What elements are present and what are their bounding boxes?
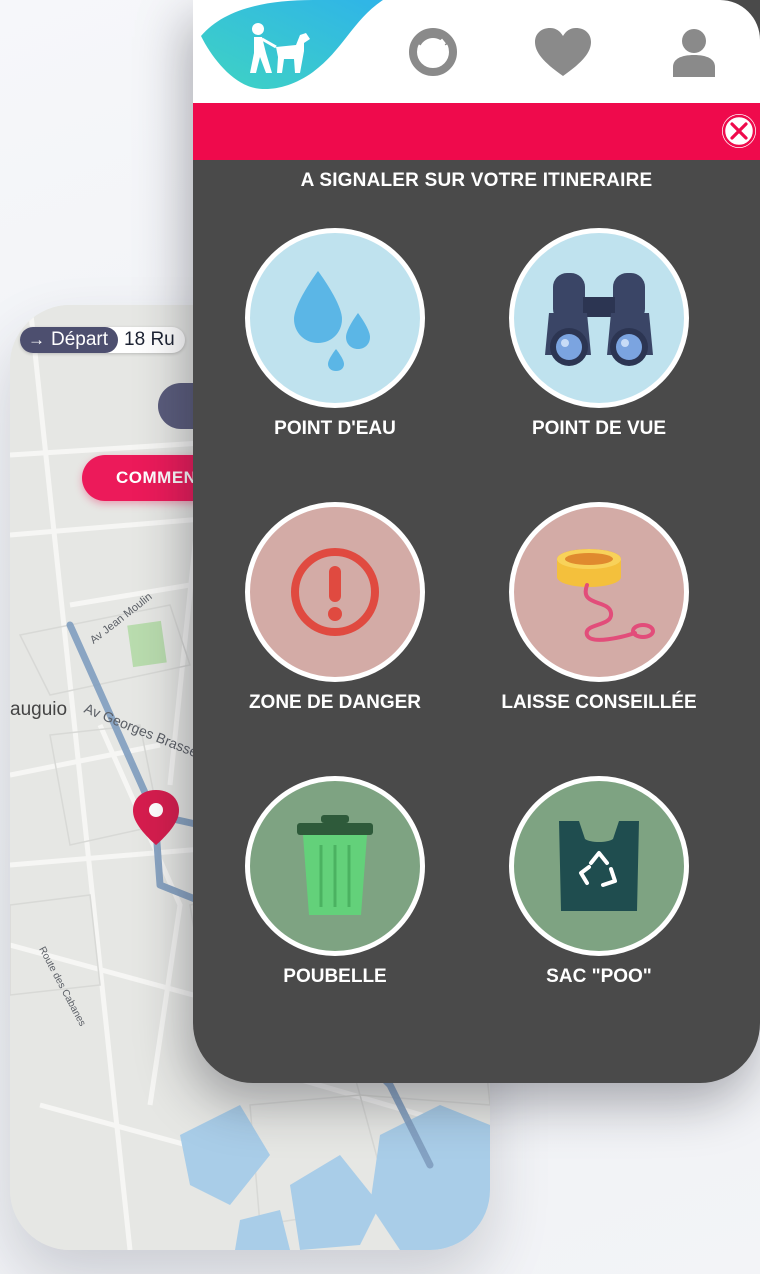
report-label: LAISSE CONSEILLÉE bbox=[501, 692, 697, 713]
leash-icon bbox=[557, 549, 655, 642]
report-label: POINT D'EAU bbox=[274, 418, 396, 439]
close-button[interactable] bbox=[722, 114, 756, 148]
tab-profile[interactable] bbox=[628, 0, 760, 103]
tab-favorites[interactable] bbox=[498, 0, 628, 103]
dog-walk-icon bbox=[249, 22, 310, 73]
depart-label: Départ bbox=[51, 329, 109, 350]
start-walk-label: COMMEN bbox=[116, 468, 197, 487]
close-icon bbox=[722, 114, 756, 148]
report-danger-circle[interactable] bbox=[245, 502, 425, 682]
poo-bag-icon bbox=[559, 821, 639, 911]
report-label: POUBELLE bbox=[283, 966, 387, 987]
report-label: SAC "POO" bbox=[546, 966, 652, 987]
user-icon bbox=[673, 28, 715, 77]
report-poo-bag[interactable]: SAC "POO" bbox=[469, 776, 729, 988]
report-label: ZONE DE DANGER bbox=[248, 692, 422, 713]
report-leash-advised[interactable]: LAISSE CONSEILLÉE bbox=[469, 502, 729, 714]
report-trash-bin[interactable]: POUBELLE bbox=[205, 776, 465, 988]
report-trash-circle[interactable] bbox=[245, 776, 425, 956]
heart-icon bbox=[535, 27, 591, 76]
trash-can-icon bbox=[297, 815, 373, 915]
report-viewpoint[interactable]: POINT DE VUE bbox=[469, 228, 729, 440]
report-water-point[interactable]: POINT D'EAU bbox=[205, 228, 465, 440]
report-leash-circle[interactable] bbox=[509, 502, 689, 682]
panel-header-strip bbox=[193, 103, 760, 160]
report-danger-zone[interactable]: ZONE DE DANGER bbox=[205, 502, 465, 714]
arrow-right-icon: → bbox=[28, 330, 45, 349]
tab-stats[interactable] bbox=[368, 0, 498, 103]
bottom-tab-bar bbox=[193, 0, 760, 103]
report-panel: A SIGNALER SUR VOTRE ITINERAIRE POINT D'… bbox=[193, 0, 760, 1083]
report-poo-bag-circle[interactable] bbox=[509, 776, 689, 956]
report-title: A SIGNALER SUR VOTRE ITINERAIRE bbox=[300, 170, 653, 191]
stats-ring-icon bbox=[409, 27, 457, 76]
binoculars-icon bbox=[545, 273, 653, 366]
water-drop-icon bbox=[294, 271, 370, 371]
report-water-circle[interactable] bbox=[245, 228, 425, 408]
tab-walk[interactable] bbox=[193, 0, 368, 103]
origin-address: 18 Ru bbox=[124, 329, 175, 350]
depart-badge: → Départ bbox=[20, 327, 119, 353]
report-viewpoint-circle[interactable] bbox=[509, 228, 689, 408]
route-origin-bar[interactable]: → Départ 18 Ru bbox=[20, 327, 185, 353]
report-label: POINT DE VUE bbox=[531, 418, 667, 439]
city-label: auguio bbox=[10, 699, 68, 720]
danger-icon bbox=[291, 548, 379, 636]
